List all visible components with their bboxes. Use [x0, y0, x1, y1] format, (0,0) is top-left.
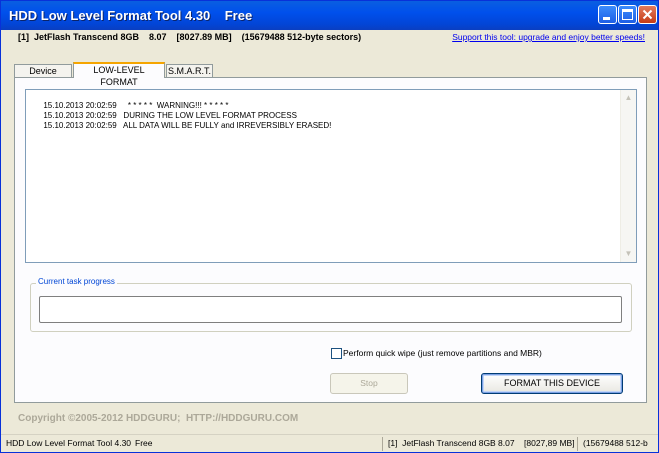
- status-bar: HDD Low Level Format Tool 4.30 Free [1] …: [1, 434, 658, 452]
- quick-wipe-label[interactable]: Perform quick wipe (just remove partitio…: [343, 348, 542, 358]
- status-size: [8027,89 MB]: [524, 438, 575, 448]
- log-time: 15.10.2013 20:02:59: [43, 121, 117, 130]
- close-button[interactable]: [638, 5, 657, 24]
- app-window: HDD Low Level Format Tool 4.30 Free [1] …: [0, 0, 659, 453]
- stop-button[interactable]: Stop: [330, 373, 408, 394]
- status-app-name: HDD Low Level Format Tool 4.30: [6, 438, 132, 448]
- status-separator: [382, 437, 383, 451]
- tab-device-details[interactable]: Device details: [14, 64, 72, 88]
- log-line: 15.10.2013 20:02:59 ALL DATA WILL BE FUL…: [30, 112, 331, 139]
- tab-label: LOW-LEVEL FORMAT: [93, 65, 145, 87]
- quick-wipe-checkbox[interactable]: [331, 348, 342, 359]
- tab-smart[interactable]: S.M.A.R.T.: [166, 64, 213, 78]
- log-scrollbar[interactable]: ▲ ▼: [620, 90, 636, 262]
- tab-low-level-format[interactable]: LOW-LEVEL FORMAT: [73, 62, 165, 87]
- tab-label: S.M.A.R.T.: [167, 66, 211, 76]
- maximize-button[interactable]: [618, 5, 637, 24]
- device-summary: [1] JetFlash Transcend 8GB 8.07 [8027.89…: [18, 32, 362, 42]
- close-icon: [642, 9, 653, 20]
- status-separator: [577, 437, 578, 451]
- scroll-down-icon[interactable]: ▼: [621, 247, 636, 261]
- title-bar[interactable]: HDD Low Level Format Tool 4.30 Free: [1, 1, 658, 30]
- window-title: HDD Low Level Format Tool 4.30 Free: [9, 8, 253, 23]
- log-box[interactable]: 15.10.2013 20:02:59 * * * * * WARNING!!!…: [25, 89, 637, 263]
- task-progress-label: Current task progress: [36, 277, 117, 286]
- format-button-label: FORMAT THIS DEVICE: [503, 378, 600, 388]
- minimize-button[interactable]: [598, 5, 617, 24]
- copyright-text: Copyright ©2005-2012 HDDGURU; HTTP://HDD…: [18, 413, 299, 424]
- maximize-icon: [622, 9, 633, 20]
- status-edition: Free: [135, 438, 153, 448]
- support-link[interactable]: Support this tool: upgrade and enjoy bet…: [452, 32, 645, 42]
- status-firmware: 8.07: [498, 438, 515, 448]
- stop-button-label: Stop: [360, 378, 378, 388]
- format-device-button[interactable]: FORMAT THIS DEVICE: [481, 373, 623, 394]
- status-device: [1] JetFlash Transcend 8GB: [388, 438, 496, 448]
- task-progress-bar: [39, 296, 622, 323]
- log-text: ALL DATA WILL BE FULLY and IRREVERSIBLY …: [122, 121, 332, 130]
- status-sectors: (15679488 512-b: [583, 438, 648, 448]
- scroll-up-icon[interactable]: ▲: [621, 91, 636, 105]
- minimize-icon: [603, 17, 610, 20]
